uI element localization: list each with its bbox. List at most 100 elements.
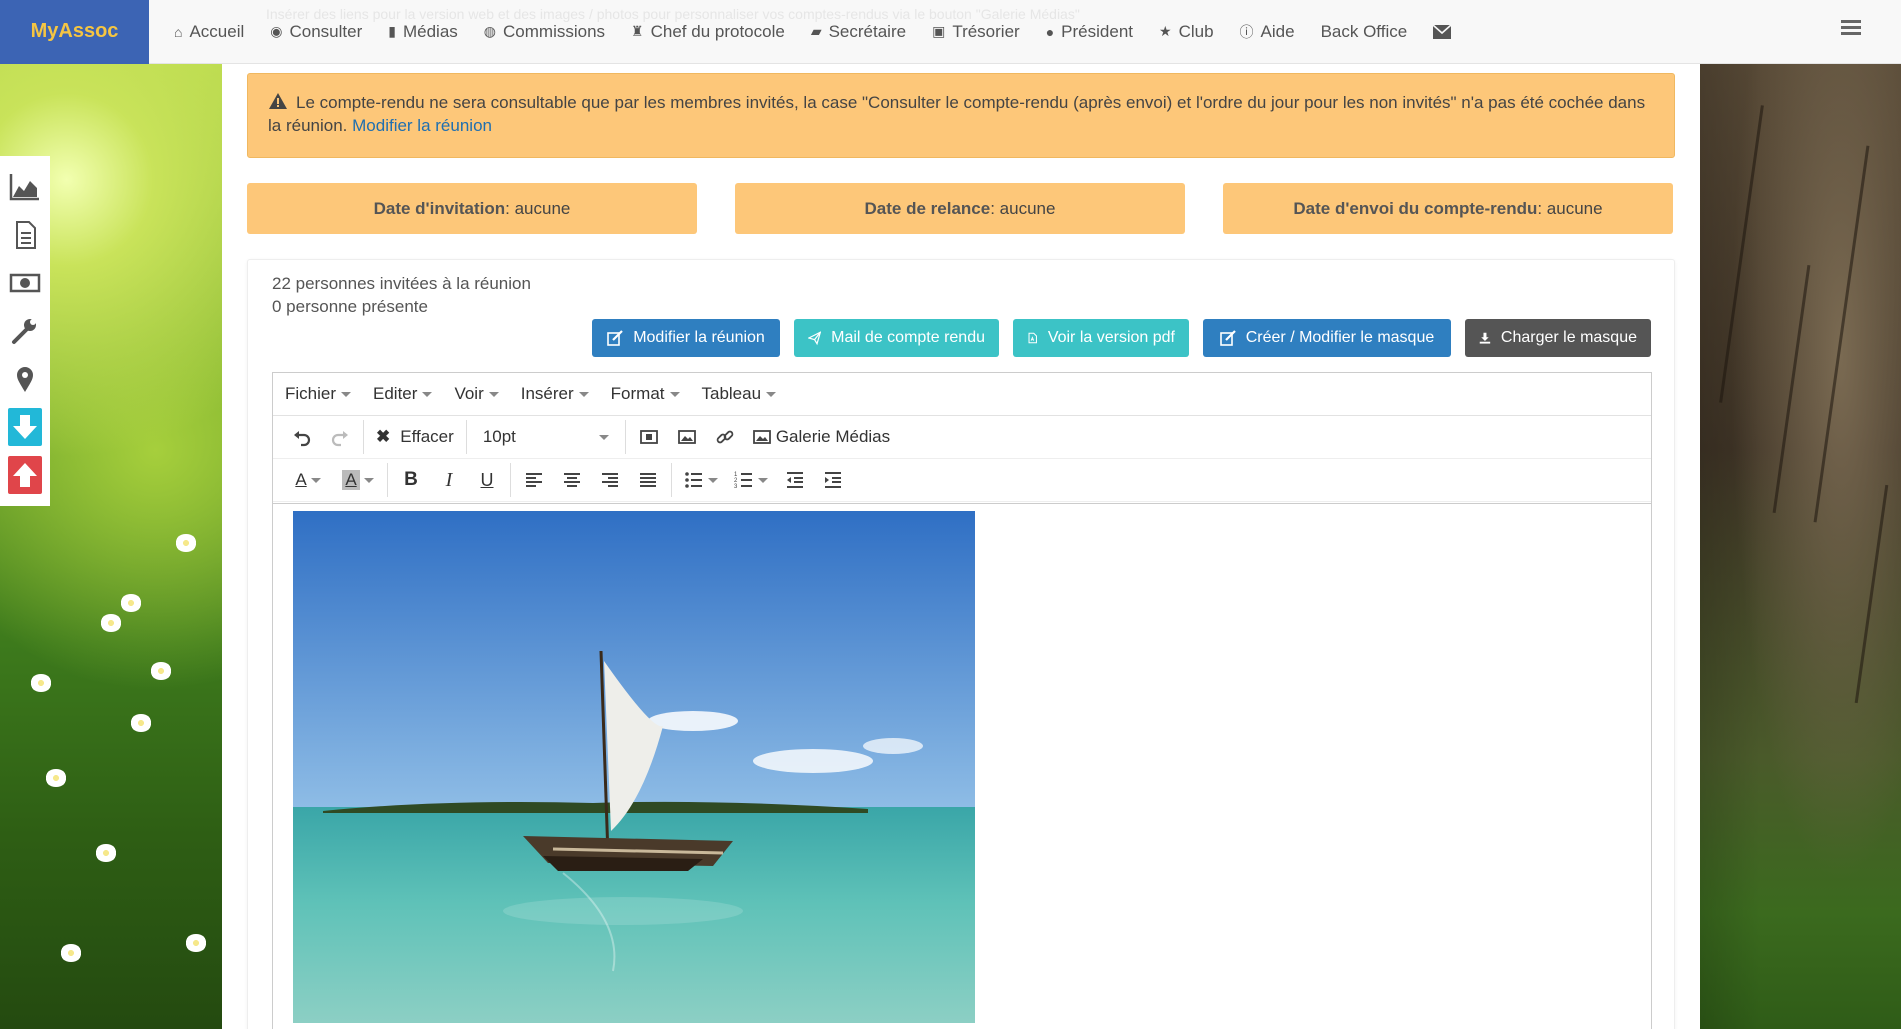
numbered-list-button[interactable]: 123 (726, 463, 776, 497)
flower-decoration (100, 614, 122, 632)
align-justify-button[interactable] (629, 463, 667, 497)
mail-report-button[interactable]: Mail de compte rendu (794, 319, 999, 357)
menu-fichier[interactable]: Fichier (285, 384, 352, 404)
insert-link-button[interactable] (706, 420, 744, 454)
caret-down-icon (341, 391, 352, 397)
undo-button[interactable] (283, 420, 321, 454)
invited-count: 22 personnes invitées à la réunion (272, 274, 531, 293)
insert-media-button[interactable] (630, 420, 668, 454)
button-label: Voir la version pdf (1047, 329, 1175, 346)
bullet-list-icon (685, 472, 702, 488)
caret-down-icon (758, 477, 768, 483)
nav-item-accueil[interactable]: ⌂ Accueil (161, 0, 257, 64)
money-bill-icon (9, 273, 41, 293)
align-left-button[interactable] (515, 463, 553, 497)
globe-icon: ● (1045, 23, 1055, 40)
text-color-button[interactable]: A (283, 463, 333, 497)
reminder-date-box: Date de relance : aucune (735, 183, 1185, 234)
menu-bar-icon (1841, 32, 1861, 35)
side-document-button[interactable] (8, 216, 42, 254)
insert-image-button[interactable] (668, 420, 706, 454)
scroll-up-button[interactable] (8, 456, 42, 494)
nav-item-label: Chef du protocole (650, 21, 785, 41)
menu-format[interactable]: Format (611, 384, 680, 404)
nav-item-aide[interactable]: ⓘ Aide (1227, 0, 1308, 64)
side-money-button[interactable] (8, 264, 42, 302)
warning-alert: Le compte-rendu ne sera consultable que … (247, 73, 1675, 158)
menu-tableau[interactable]: Tableau (702, 384, 777, 404)
undo-icon (294, 431, 311, 447)
nav-item-commissions[interactable]: ◍ Commissions (471, 0, 618, 64)
indent-button[interactable] (814, 463, 852, 497)
edit-meeting-button[interactable]: Modifier la réunion (592, 319, 780, 357)
flower-decoration (60, 944, 82, 962)
nav-item-back-office[interactable]: Back Office (1308, 0, 1421, 64)
brand-logo[interactable]: MyAssoc (0, 0, 149, 64)
underline-icon: U (480, 469, 494, 490)
menu-editer[interactable]: Editer (373, 384, 433, 404)
bullet-list-button[interactable] (676, 463, 726, 497)
flower-decoration (150, 662, 172, 680)
nav-item-chef-protocole[interactable]: ♜ Chef du protocole (618, 0, 798, 64)
report-sent-date-box: Date d'envoi du compte-rendu : aucune (1223, 183, 1673, 234)
outdent-button[interactable] (776, 463, 814, 497)
nav-item-consulter[interactable]: ◉ Consulter (257, 0, 375, 64)
bark-line (1813, 145, 1870, 523)
font-size-select[interactable]: 10pt (471, 420, 621, 454)
arrow-up-icon (13, 463, 37, 487)
redo-icon (331, 431, 348, 447)
nav-item-medias[interactable]: ▮ Médias (375, 0, 471, 64)
editor-content-area[interactable] (273, 503, 1651, 1029)
edit-mask-button[interactable]: Créer / Modifier le masque (1203, 319, 1451, 357)
italic-button[interactable]: I (430, 463, 468, 497)
menu-label: Format (610, 384, 665, 403)
area-chart-icon (9, 174, 39, 201)
button-label: Modifier la réunion (633, 329, 765, 346)
media-gallery-button[interactable]: Galerie Médias (744, 420, 898, 454)
bark-line (1854, 484, 1889, 704)
editor-toolbar-row-1: ✖ Effacer 10pt Galerie Médias (273, 416, 1651, 459)
warning-icon (269, 93, 287, 109)
underline-button[interactable]: U (468, 463, 506, 497)
nav-item-tresorier[interactable]: ▣ Trésorier (919, 0, 1033, 64)
info-icon: ⓘ (1239, 23, 1254, 40)
caret-down-icon (578, 391, 589, 397)
side-location-button[interactable] (8, 360, 42, 398)
top-navbar: MyAssoc Insérer des liens pour la versio… (0, 0, 1901, 64)
load-mask-button[interactable]: Charger le masque (1465, 319, 1651, 357)
menu-voir[interactable]: Voir (454, 384, 499, 404)
caret-down-icon (766, 391, 777, 397)
side-settings-button[interactable] (8, 312, 42, 350)
caret-down-icon (488, 391, 499, 397)
alert-modify-link[interactable]: Modifier la réunion (352, 116, 492, 135)
side-stats-button[interactable] (8, 168, 42, 206)
rich-text-editor: Fichier Editer Voir Insérer Format Table… (272, 372, 1652, 1029)
menu-toggle-button[interactable] (1841, 20, 1861, 42)
nav-item-club[interactable]: ★ Club (1146, 0, 1227, 64)
user-circle-icon: ◍ (483, 23, 497, 39)
clear-format-button[interactable]: ✖ Effacer (368, 420, 462, 454)
nav-item-secretaire[interactable]: ▰ Secrétaire (798, 0, 919, 64)
nav-item-president[interactable]: ● Président (1033, 0, 1146, 64)
gallery-label: Galerie Médias (775, 427, 891, 446)
nav-item-label: Aide (1260, 21, 1295, 41)
view-pdf-button[interactable]: Voir la version pdf (1013, 319, 1189, 357)
redo-button[interactable] (321, 420, 359, 454)
bold-button[interactable]: B (392, 463, 430, 497)
date-label: Date d'invitation (373, 198, 506, 218)
menu-inserer[interactable]: Insérer (521, 384, 589, 404)
menu-label: Insérer (520, 384, 574, 403)
italic-icon: I (445, 468, 453, 491)
sailboat-photo[interactable] (293, 511, 975, 1023)
wrench-icon (12, 319, 36, 344)
scroll-down-button[interactable] (8, 408, 42, 446)
toolbar-separator (387, 463, 388, 497)
align-center-button[interactable] (553, 463, 591, 497)
date-value: : aucune (505, 198, 571, 218)
mail-button[interactable] (1420, 0, 1464, 64)
align-right-button[interactable] (591, 463, 629, 497)
background-color-button[interactable]: A (333, 463, 383, 497)
pdf-file-icon (1028, 332, 1037, 344)
flower-decoration (185, 934, 207, 952)
caret-down-icon (669, 391, 680, 397)
